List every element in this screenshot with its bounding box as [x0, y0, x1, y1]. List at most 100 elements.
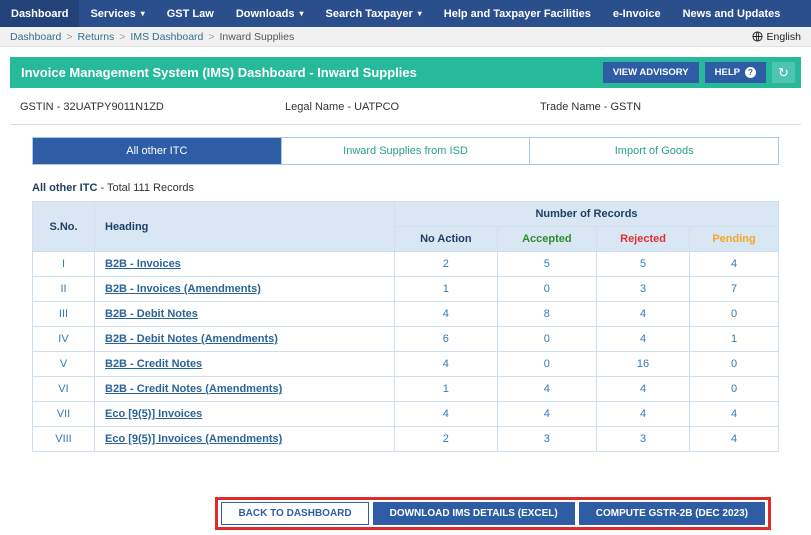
- nav-item-downloads[interactable]: Downloads ▾: [225, 0, 315, 27]
- page-title: Invoice Management System (IMS) Dashboar…: [21, 65, 417, 80]
- table-row: IV B2B - Debit Notes (Amendments) 6 0 4 …: [32, 326, 779, 352]
- table-row: V B2B - Credit Notes 4 0 16 0: [32, 351, 779, 377]
- pending-count[interactable]: 4: [731, 258, 737, 270]
- download-ims-details-button[interactable]: DOWNLOAD IMS DETAILS (EXCEL): [372, 502, 575, 525]
- nav-item-gst-law[interactable]: GST Law: [156, 0, 225, 27]
- nav-label: News and Updates: [682, 7, 781, 20]
- no-action-count[interactable]: 4: [443, 358, 449, 370]
- pending-count[interactable]: 4: [731, 433, 737, 445]
- records-table: S.No. Heading Number of Records No Actio…: [32, 201, 779, 452]
- heading-link[interactable]: B2B - Credit Notes (Amendments): [105, 383, 282, 395]
- accepted-count[interactable]: 0: [544, 333, 550, 345]
- rejected-count[interactable]: 5: [640, 258, 646, 270]
- help-button[interactable]: HELP ?: [704, 62, 766, 83]
- no-action-count[interactable]: 2: [443, 258, 449, 270]
- breadcrumb-separator: >: [119, 30, 126, 43]
- header-actions: VIEW ADVISORY HELP ? ↻: [602, 62, 795, 83]
- tab-all-other-itc[interactable]: All other ITC: [33, 138, 282, 164]
- accepted-count[interactable]: 3: [544, 433, 550, 445]
- globe-icon: [752, 31, 763, 42]
- row-sno: VII: [56, 408, 71, 420]
- col-group-number-of-records: Number of Records: [394, 201, 779, 227]
- accepted-count[interactable]: 4: [544, 408, 550, 420]
- rejected-count[interactable]: 16: [637, 358, 649, 370]
- col-header-pending: Pending: [689, 226, 779, 252]
- heading-link[interactable]: Eco [9(5)] Invoices (Amendments): [105, 433, 282, 445]
- table-row: VII Eco [9(5)] Invoices 4 4 4 4: [32, 401, 779, 427]
- pending-count[interactable]: 0: [731, 383, 737, 395]
- accepted-count[interactable]: 0: [544, 283, 550, 295]
- pending-count[interactable]: 1: [731, 333, 737, 345]
- question-icon: ?: [745, 67, 756, 78]
- compute-gstr2b-button[interactable]: COMPUTE GSTR-2B (DEC 2023): [578, 502, 765, 525]
- pending-count[interactable]: 0: [731, 308, 737, 320]
- heading-link[interactable]: B2B - Credit Notes: [105, 358, 202, 370]
- col-header-heading: Heading: [94, 201, 395, 252]
- nav-item-services[interactable]: Services ▾: [79, 0, 155, 27]
- breadcrumb-bar: Dashboard > Returns > IMS Dashboard > In…: [0, 27, 811, 47]
- row-sno: VIII: [55, 433, 72, 445]
- table-row: II B2B - Invoices (Amendments) 1 0 3 7: [32, 276, 779, 302]
- pending-count[interactable]: 7: [731, 283, 737, 295]
- legal-name-value: Legal Name - UATPCO: [285, 101, 400, 113]
- no-action-count[interactable]: 4: [443, 408, 449, 420]
- accepted-count[interactable]: 8: [544, 308, 550, 320]
- view-advisory-button[interactable]: VIEW ADVISORY: [602, 62, 699, 83]
- nav-item-dashboard[interactable]: Dashboard: [0, 0, 80, 27]
- nav-item-search-taxpayer[interactable]: Search Taxpayer ▾: [315, 0, 433, 27]
- accepted-count[interactable]: 4: [544, 383, 550, 395]
- rejected-count[interactable]: 4: [640, 308, 646, 320]
- nav-label: e-Invoice: [612, 7, 661, 20]
- no-action-count[interactable]: 4: [443, 308, 449, 320]
- page-header: Invoice Management System (IMS) Dashboar…: [10, 57, 801, 88]
- taxpayer-info-row: GSTIN - 32UATPY9011N1ZD Legal Name - UAT…: [10, 88, 801, 125]
- summary-title: All other ITC: [32, 182, 98, 194]
- tab-inward-supplies-isd[interactable]: Inward Supplies from ISD: [281, 138, 531, 164]
- col-header-no-action: No Action: [394, 226, 498, 252]
- row-sno: I: [61, 258, 66, 270]
- no-action-count[interactable]: 1: [443, 383, 449, 395]
- rejected-count[interactable]: 4: [640, 408, 646, 420]
- row-sno: V: [59, 358, 68, 370]
- rejected-count[interactable]: 4: [640, 383, 646, 395]
- breadcrumb-ims-dashboard[interactable]: IMS Dashboard: [130, 31, 203, 43]
- heading-link[interactable]: Eco [9(5)] Invoices: [105, 408, 202, 420]
- pending-count[interactable]: 0: [731, 358, 737, 370]
- table-row: VIII Eco [9(5)] Invoices (Amendments) 2 …: [32, 426, 779, 452]
- table-row: III B2B - Debit Notes 4 8 4 0: [32, 301, 779, 327]
- breadcrumb-returns[interactable]: Returns: [78, 31, 115, 43]
- nav-label: Search Taxpayer: [325, 7, 413, 20]
- row-sno: III: [58, 308, 69, 320]
- col-header-rejected: Rejected: [596, 226, 691, 252]
- accepted-count[interactable]: 0: [544, 358, 550, 370]
- no-action-count[interactable]: 2: [443, 433, 449, 445]
- summary-subtitle: - Total 111 Records: [97, 182, 194, 194]
- nav-item-help-facilities[interactable]: Help and Taxpayer Facilities: [433, 0, 602, 27]
- heading-link[interactable]: B2B - Debit Notes: [105, 308, 198, 320]
- nav-item-e-invoice[interactable]: e-Invoice: [602, 0, 672, 27]
- nav-item-news-updates[interactable]: News and Updates: [672, 0, 792, 27]
- rejected-count[interactable]: 4: [640, 333, 646, 345]
- no-action-count[interactable]: 6: [443, 333, 449, 345]
- caret-down-icon: ▾: [299, 8, 304, 18]
- row-sno: II: [60, 283, 67, 295]
- table-row: I B2B - Invoices 2 5 5 4: [32, 251, 779, 277]
- rejected-count[interactable]: 3: [640, 433, 646, 445]
- rejected-count[interactable]: 3: [640, 283, 646, 295]
- heading-link[interactable]: B2B - Invoices (Amendments): [105, 283, 261, 295]
- breadcrumb-dashboard[interactable]: Dashboard: [10, 31, 61, 43]
- tab-import-of-goods[interactable]: Import of Goods: [530, 138, 779, 164]
- trade-name-value: Trade Name - GSTN: [540, 101, 642, 113]
- accepted-count[interactable]: 5: [544, 258, 550, 270]
- back-to-dashboard-button[interactable]: BACK TO DASHBOARD: [221, 502, 369, 525]
- language-selector[interactable]: English: [752, 31, 801, 43]
- table-row: VI B2B - Credit Notes (Amendments) 1 4 4…: [32, 376, 779, 402]
- no-action-count[interactable]: 1: [443, 283, 449, 295]
- pending-count[interactable]: 4: [731, 408, 737, 420]
- refresh-button[interactable]: ↻: [772, 62, 795, 83]
- language-label: English: [766, 30, 801, 43]
- heading-link[interactable]: B2B - Invoices: [105, 258, 181, 270]
- heading-link[interactable]: B2B - Debit Notes (Amendments): [105, 333, 278, 345]
- nav-label: Downloads: [235, 7, 295, 20]
- breadcrumb-separator: >: [66, 30, 73, 43]
